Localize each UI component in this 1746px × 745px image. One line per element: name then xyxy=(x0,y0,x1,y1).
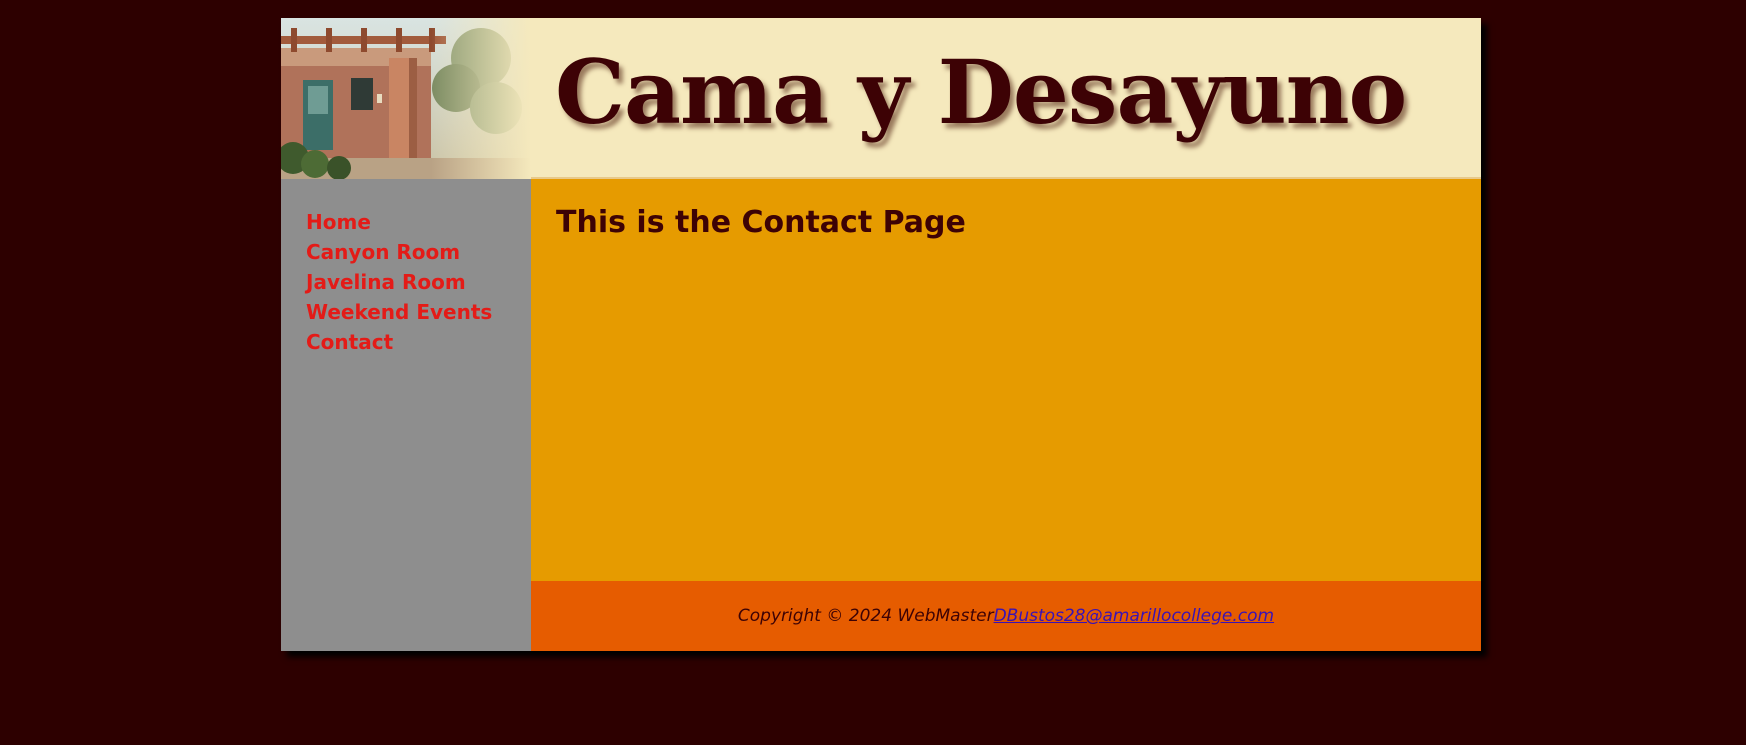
sidebar-nav: Home Canyon Room Javelina Room Weekend E… xyxy=(281,179,531,651)
sidebar-item-home: Home xyxy=(306,207,531,237)
page-wrapper: Cama y Desayuno Home Canyon Room Javelin… xyxy=(281,18,1481,651)
site-footer: Copyright © 2024 WebMasterDBustos28@amar… xyxy=(531,581,1481,651)
sidebar-item-contact: Contact xyxy=(306,327,531,357)
nav-link-contact[interactable]: Contact xyxy=(306,330,393,354)
house-photo-icon xyxy=(281,18,531,179)
copyright-text: Copyright © 2024 WebMaster xyxy=(737,606,994,626)
webmaster-email-link[interactable]: DBustos28@amarillocollege.com xyxy=(994,606,1275,626)
main-content: This is the Contact Page xyxy=(531,179,1481,581)
nav-link-weekend-events[interactable]: Weekend Events xyxy=(306,300,492,324)
sidebar-item-canyon-room: Canyon Room xyxy=(306,237,531,267)
nav-list: Home Canyon Room Javelina Room Weekend E… xyxy=(281,179,531,357)
nav-link-home[interactable]: Home xyxy=(306,210,371,234)
nav-link-javelina-room[interactable]: Javelina Room xyxy=(306,270,466,294)
page-heading: This is the Contact Page xyxy=(556,205,966,240)
sidebar-item-javelina-room: Javelina Room xyxy=(306,267,531,297)
sidebar-item-weekend-events: Weekend Events xyxy=(306,297,531,327)
nav-link-canyon-room[interactable]: Canyon Room xyxy=(306,240,460,264)
site-header: Cama y Desayuno xyxy=(281,18,1481,179)
site-title: Cama y Desayuno xyxy=(555,40,1407,144)
